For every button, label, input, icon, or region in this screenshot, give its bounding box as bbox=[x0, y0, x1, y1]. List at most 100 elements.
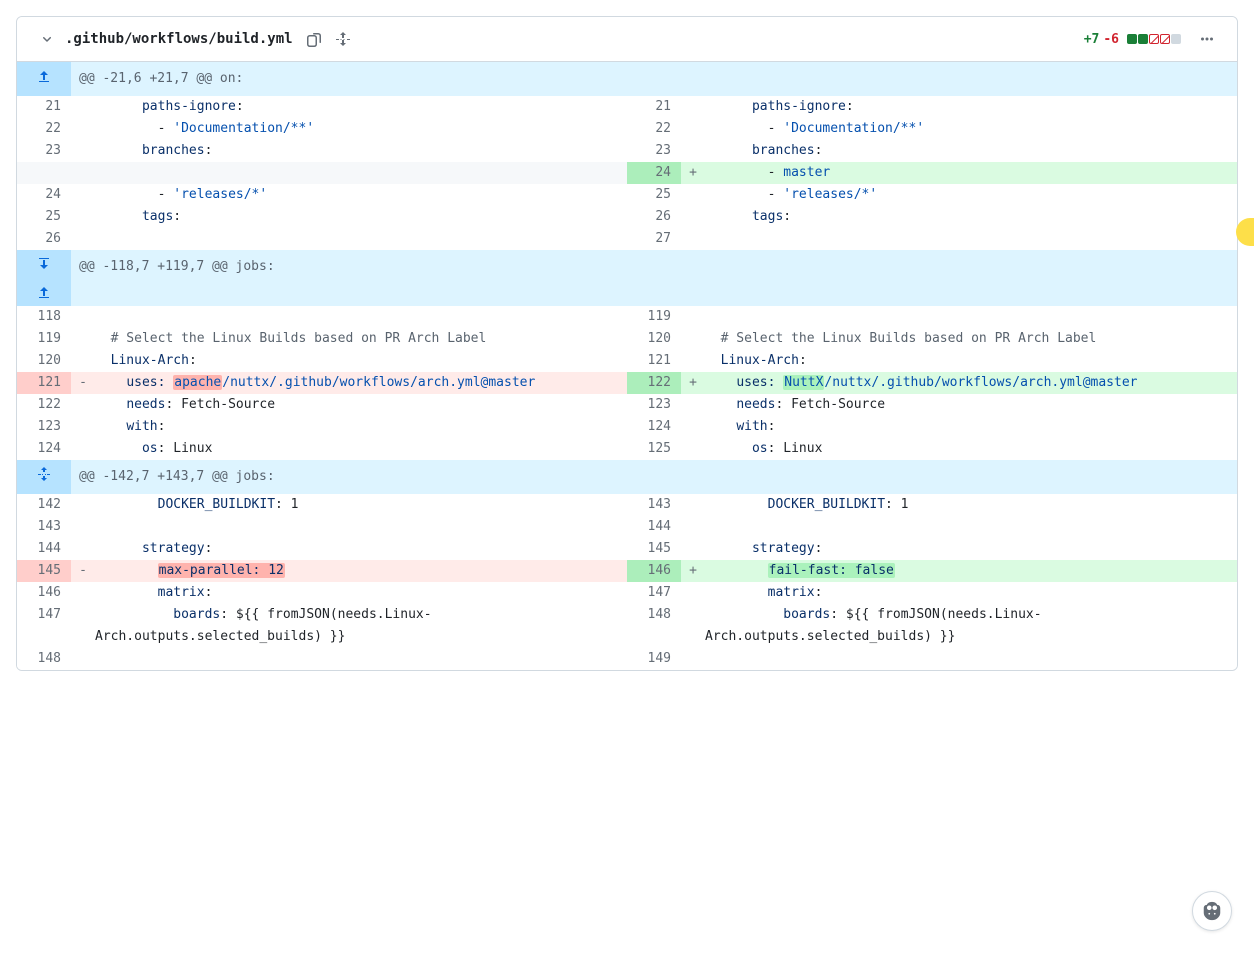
line-number-left[interactable]: 123 bbox=[17, 416, 71, 438]
code-line bbox=[95, 306, 627, 328]
addition-marker: + bbox=[681, 372, 705, 394]
code-line: boards: ${{ fromJSON(needs.Linux-Arch.ou… bbox=[95, 604, 627, 648]
addition-marker: + bbox=[681, 560, 705, 582]
line-number-left[interactable]: 119 bbox=[17, 328, 71, 350]
code-line: # Select the Linux Builds based on PR Ar… bbox=[95, 328, 627, 350]
code-line-added: - master bbox=[705, 162, 1237, 184]
line-number-right[interactable]: 143 bbox=[627, 494, 681, 516]
line-number-right[interactable]: 123 bbox=[627, 394, 681, 416]
code-line: strategy: bbox=[95, 538, 627, 560]
code-line bbox=[95, 648, 627, 670]
code-line: os: Linux bbox=[95, 438, 627, 460]
hunk-header: @@ -21,6 +21,7 @@ on: bbox=[71, 62, 1237, 96]
code-line: branches: bbox=[95, 140, 627, 162]
code-line: - 'Documentation/**' bbox=[705, 118, 1237, 140]
file-header: .github/workflows/build.yml +7 -6 bbox=[17, 17, 1237, 62]
copilot-icon bbox=[1201, 900, 1223, 922]
expand-button[interactable] bbox=[17, 460, 71, 488]
code-line: DOCKER_BUILDKIT: 1 bbox=[705, 494, 1237, 516]
line-number-right[interactable]: 147 bbox=[627, 582, 681, 604]
hunk-header: @@ -142,7 +143,7 @@ jobs: bbox=[71, 460, 1237, 494]
line-number-right[interactable]: 23 bbox=[627, 140, 681, 162]
code-line: paths-ignore: bbox=[705, 96, 1237, 118]
line-number-left[interactable]: 25 bbox=[17, 206, 71, 228]
line-number-left[interactable]: 24 bbox=[17, 184, 71, 206]
line-number-left[interactable]: 26 bbox=[17, 228, 71, 250]
side-annotation[interactable] bbox=[1236, 218, 1254, 246]
line-number-left[interactable]: 144 bbox=[17, 538, 71, 560]
line-number-right[interactable]: 122 bbox=[627, 372, 681, 394]
kebab-icon bbox=[1199, 31, 1215, 47]
code-line-deleted: uses: apache/nuttx/.github/workflows/arc… bbox=[95, 372, 627, 394]
line-number-right[interactable]: 24 bbox=[627, 162, 681, 184]
line-number-left[interactable]: 122 bbox=[17, 394, 71, 416]
line-number-right[interactable]: 21 bbox=[627, 96, 681, 118]
expand-both-button[interactable] bbox=[17, 278, 71, 306]
file-path[interactable]: .github/workflows/build.yml bbox=[65, 31, 293, 47]
deletion-marker: - bbox=[71, 560, 95, 582]
line-number-right[interactable]: 145 bbox=[627, 538, 681, 560]
deletion-marker: - bbox=[71, 372, 95, 394]
code-line: Linux-Arch: bbox=[705, 350, 1237, 372]
line-number-left[interactable]: 148 bbox=[17, 648, 71, 670]
diff-stats: +7 -6 bbox=[1084, 32, 1181, 47]
expand-all-button[interactable] bbox=[329, 25, 357, 53]
unfold-icon bbox=[335, 31, 351, 47]
code-line: needs: Fetch-Source bbox=[95, 394, 627, 416]
line-number-right[interactable]: 124 bbox=[627, 416, 681, 438]
line-number-right[interactable]: 149 bbox=[627, 648, 681, 670]
code-line bbox=[705, 648, 1237, 670]
diff-table: @@ -21,6 +21,7 @@ on:21 paths-ignore:21 … bbox=[17, 62, 1237, 670]
line-number-left[interactable]: 147 bbox=[17, 604, 71, 648]
addition-marker: + bbox=[681, 162, 705, 184]
code-line: - 'releases/*' bbox=[95, 184, 627, 206]
line-number-right[interactable]: 25 bbox=[627, 184, 681, 206]
line-number-left[interactable]: 120 bbox=[17, 350, 71, 372]
line-number-right[interactable]: 144 bbox=[627, 516, 681, 538]
line-number-left[interactable]: 121 bbox=[17, 372, 71, 394]
line-number-right[interactable]: 125 bbox=[627, 438, 681, 460]
diff-blocks bbox=[1127, 34, 1181, 44]
line-number-right[interactable]: 22 bbox=[627, 118, 681, 140]
expand-both-button[interactable] bbox=[17, 250, 71, 278]
line-number-right[interactable]: 121 bbox=[627, 350, 681, 372]
line-number-left[interactable]: 146 bbox=[17, 582, 71, 604]
file-menu-button[interactable] bbox=[1193, 25, 1221, 53]
code-line bbox=[95, 516, 627, 538]
line-number-left[interactable]: 21 bbox=[17, 96, 71, 118]
chevron-down-icon bbox=[39, 31, 55, 47]
copy-path-button[interactable] bbox=[301, 25, 329, 53]
line-number-left[interactable]: 22 bbox=[17, 118, 71, 140]
code-line: os: Linux bbox=[705, 438, 1237, 460]
code-line-deleted: max-parallel: 12 bbox=[95, 560, 627, 582]
line-number-left[interactable]: 23 bbox=[17, 140, 71, 162]
expand-up-button[interactable] bbox=[17, 62, 71, 90]
code-line: matrix: bbox=[95, 582, 627, 604]
line-number-left[interactable]: 118 bbox=[17, 306, 71, 328]
code-line: branches: bbox=[705, 140, 1237, 162]
line-number-left[interactable]: 142 bbox=[17, 494, 71, 516]
line-number-right[interactable]: 27 bbox=[627, 228, 681, 250]
code-line: boards: ${{ fromJSON(needs.Linux-Arch.ou… bbox=[705, 604, 1237, 648]
code-line bbox=[705, 228, 1237, 250]
copilot-button[interactable] bbox=[1192, 891, 1232, 931]
code-line: matrix: bbox=[705, 582, 1237, 604]
code-line: # Select the Linux Builds based on PR Ar… bbox=[705, 328, 1237, 350]
code-line: tags: bbox=[705, 206, 1237, 228]
line-number-right[interactable]: 26 bbox=[627, 206, 681, 228]
line-number-left[interactable]: 143 bbox=[17, 516, 71, 538]
line-number-right[interactable]: 119 bbox=[627, 306, 681, 328]
collapse-file-button[interactable] bbox=[33, 27, 61, 51]
line-number-right[interactable]: 146 bbox=[627, 560, 681, 582]
code-line: tags: bbox=[95, 206, 627, 228]
code-line: with: bbox=[705, 416, 1237, 438]
additions-count: +7 bbox=[1084, 32, 1100, 47]
line-number-left[interactable]: 145 bbox=[17, 560, 71, 582]
code-line-added: uses: NuttX/nuttx/.github/workflows/arch… bbox=[705, 372, 1237, 394]
code-line-added: fail-fast: false bbox=[705, 560, 1237, 582]
line-number-right[interactable]: 148 bbox=[627, 604, 681, 648]
line-number-right[interactable]: 120 bbox=[627, 328, 681, 350]
line-number-left[interactable]: 124 bbox=[17, 438, 71, 460]
copy-icon bbox=[307, 31, 323, 47]
code-line: paths-ignore: bbox=[95, 96, 627, 118]
